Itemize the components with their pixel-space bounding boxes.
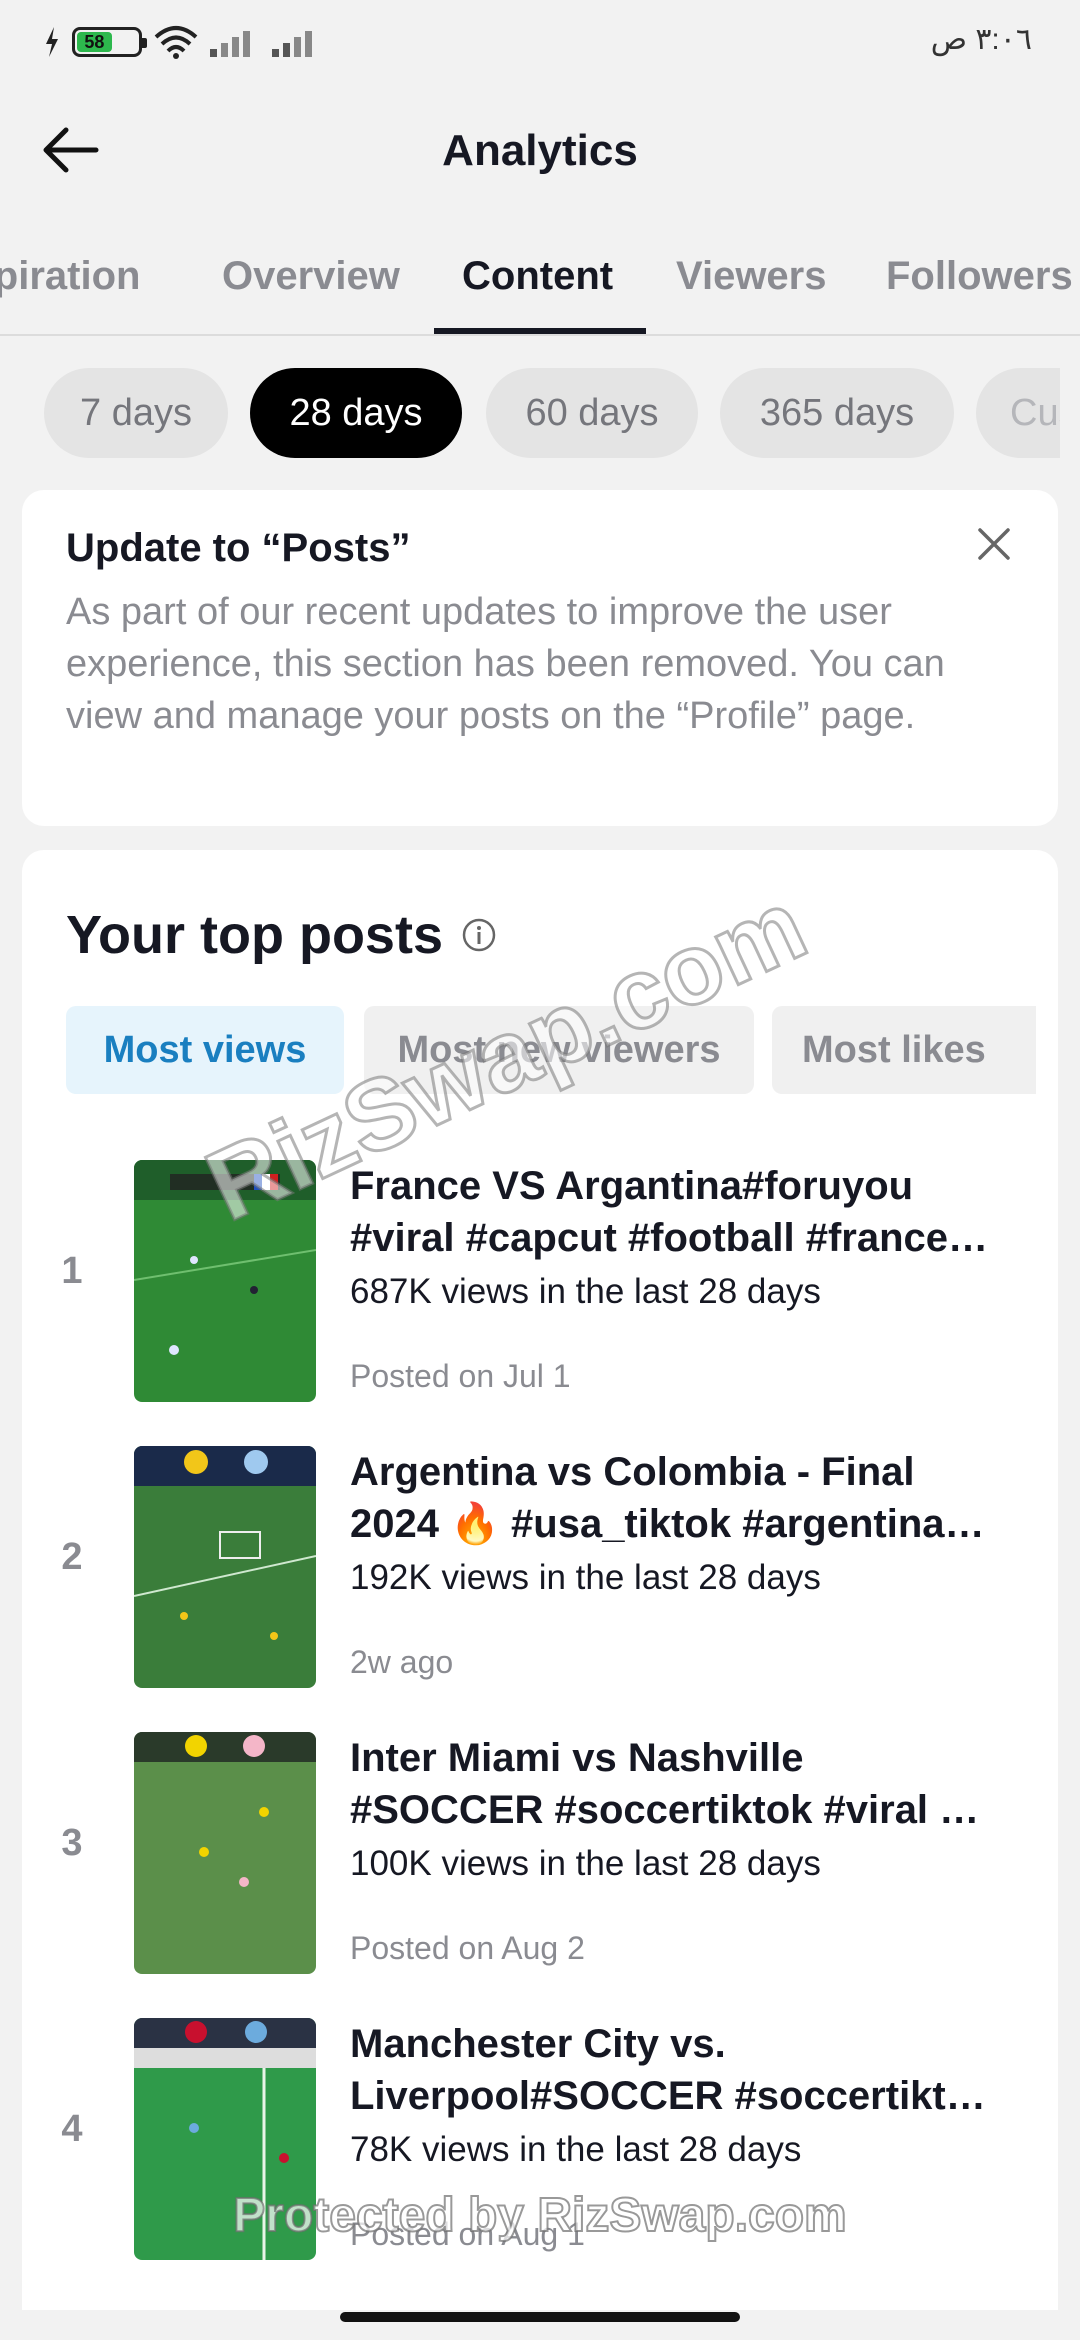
tab-overview[interactable]: Overview	[222, 254, 400, 299]
status-icons: 58	[44, 22, 322, 62]
post-rank: 4	[61, 2108, 83, 2150]
post-item[interactable]: 2 Argentina vs Colombia - Final 2024 🔥 #…	[22, 1446, 1058, 1690]
top-posts-title: Your top posts	[66, 905, 443, 965]
post-date: Posted on Aug 2	[350, 1930, 585, 1966]
sort-most-likes[interactable]: Most likes	[772, 1006, 1036, 1094]
top-posts-heading: Your top posts	[66, 904, 497, 966]
chip-custom[interactable]: Custom	[976, 368, 1060, 458]
page-title: Analytics	[442, 126, 638, 175]
post-title-line-2: #SOCCER #soccertiktok #viral …	[350, 1788, 980, 1832]
chip-365-days[interactable]: 365 days	[720, 368, 954, 458]
post-thumbnail[interactable]	[134, 1732, 316, 1974]
tab-content[interactable]: Content	[462, 254, 613, 299]
tab-viewers[interactable]: Viewers	[676, 254, 827, 299]
home-indicator[interactable]	[340, 2312, 740, 2322]
wifi-icon	[154, 26, 198, 59]
chip-28-days[interactable]: 28 days	[250, 368, 462, 458]
tab-inspiration[interactable]: Inspiration	[0, 254, 140, 299]
post-rank: 1	[61, 1250, 83, 1292]
post-title-line-1: France VS Argantina#foruyou	[350, 1164, 914, 1208]
post-title-line-2: #viral #capcut #football #francе…	[350, 1216, 989, 1260]
chip-60-days[interactable]: 60 days	[486, 368, 698, 458]
post-title-line-1: Argentina vs Colombia - Final	[350, 1450, 915, 1494]
watermark-bottom: Protected by RizSwap.com	[232, 2188, 847, 2243]
close-icon[interactable]	[974, 524, 1014, 564]
post-views: 192K views in the last 28 days	[350, 1558, 821, 1597]
post-title: Argentina vs Colombia - Final 2024 🔥 #us…	[350, 1446, 1030, 1550]
post-item[interactable]: 1 France VS Argantina#foruyou #viral #ca…	[22, 1160, 1058, 1404]
active-tab-indicator	[434, 328, 646, 334]
post-views: 687K views in the last 28 days	[350, 1272, 821, 1311]
signal-icon-2	[272, 31, 312, 57]
notice-title: Update to “Posts”	[66, 526, 411, 570]
post-title-line-1: Inter Miami vs Nashville	[350, 1736, 804, 1780]
post-rank: 2	[61, 1536, 83, 1578]
post-rank: 3	[61, 1822, 83, 1864]
info-icon[interactable]	[461, 917, 497, 953]
post-views: 78K views in the last 28 days	[350, 2130, 802, 2169]
post-title-line-1: Manchester City vs.	[350, 2022, 726, 2066]
post-title: Inter Miami vs Nashville #SOCCER #soccer…	[350, 1732, 1030, 1836]
post-thumbnail[interactable]	[134, 1446, 316, 1688]
tab-followers[interactable]: Followers	[886, 254, 1073, 299]
charging-icon	[46, 27, 58, 57]
battery-icon: 58	[72, 27, 147, 57]
post-date: 2w ago	[350, 1644, 454, 1680]
status-bar: 58 ٣:٠٦ ص	[0, 0, 1080, 80]
post-title-line-2: 2024 🔥 #usa_tiktok #argentina…	[350, 1502, 985, 1546]
post-title: France VS Argantina#foruyou #viral #capc…	[350, 1160, 1030, 1264]
post-title-line-2: Liverpool#SOCCER #soccertikt…	[350, 2074, 986, 2118]
sort-most-views[interactable]: Most views	[66, 1006, 344, 1094]
signal-icon	[210, 31, 250, 57]
post-title: Manchester City vs. Liverpool#SOCCER #so…	[350, 2018, 1030, 2122]
period-selector: 7 days 28 days 60 days 365 days Custom	[0, 368, 1060, 460]
analytics-tabs: Inspiration Overview Content Viewers Fol…	[0, 240, 1080, 336]
status-time: ٣:٠٦ ص	[930, 23, 1032, 56]
chip-7-days[interactable]: 7 days	[44, 368, 228, 458]
post-views: 100K views in the last 28 days	[350, 1844, 821, 1883]
battery-level: 58	[77, 32, 112, 52]
post-item[interactable]: 3 Inter Miami vs Nashville #SOCCER #socc…	[22, 1732, 1058, 1976]
header: Analytics	[0, 110, 1080, 190]
notice-body: As part of our recent updates to improve…	[66, 591, 945, 737]
post-date: Posted on Jul 1	[350, 1358, 571, 1394]
notice-card: Update to “Posts” As part of our recent …	[22, 490, 1058, 826]
